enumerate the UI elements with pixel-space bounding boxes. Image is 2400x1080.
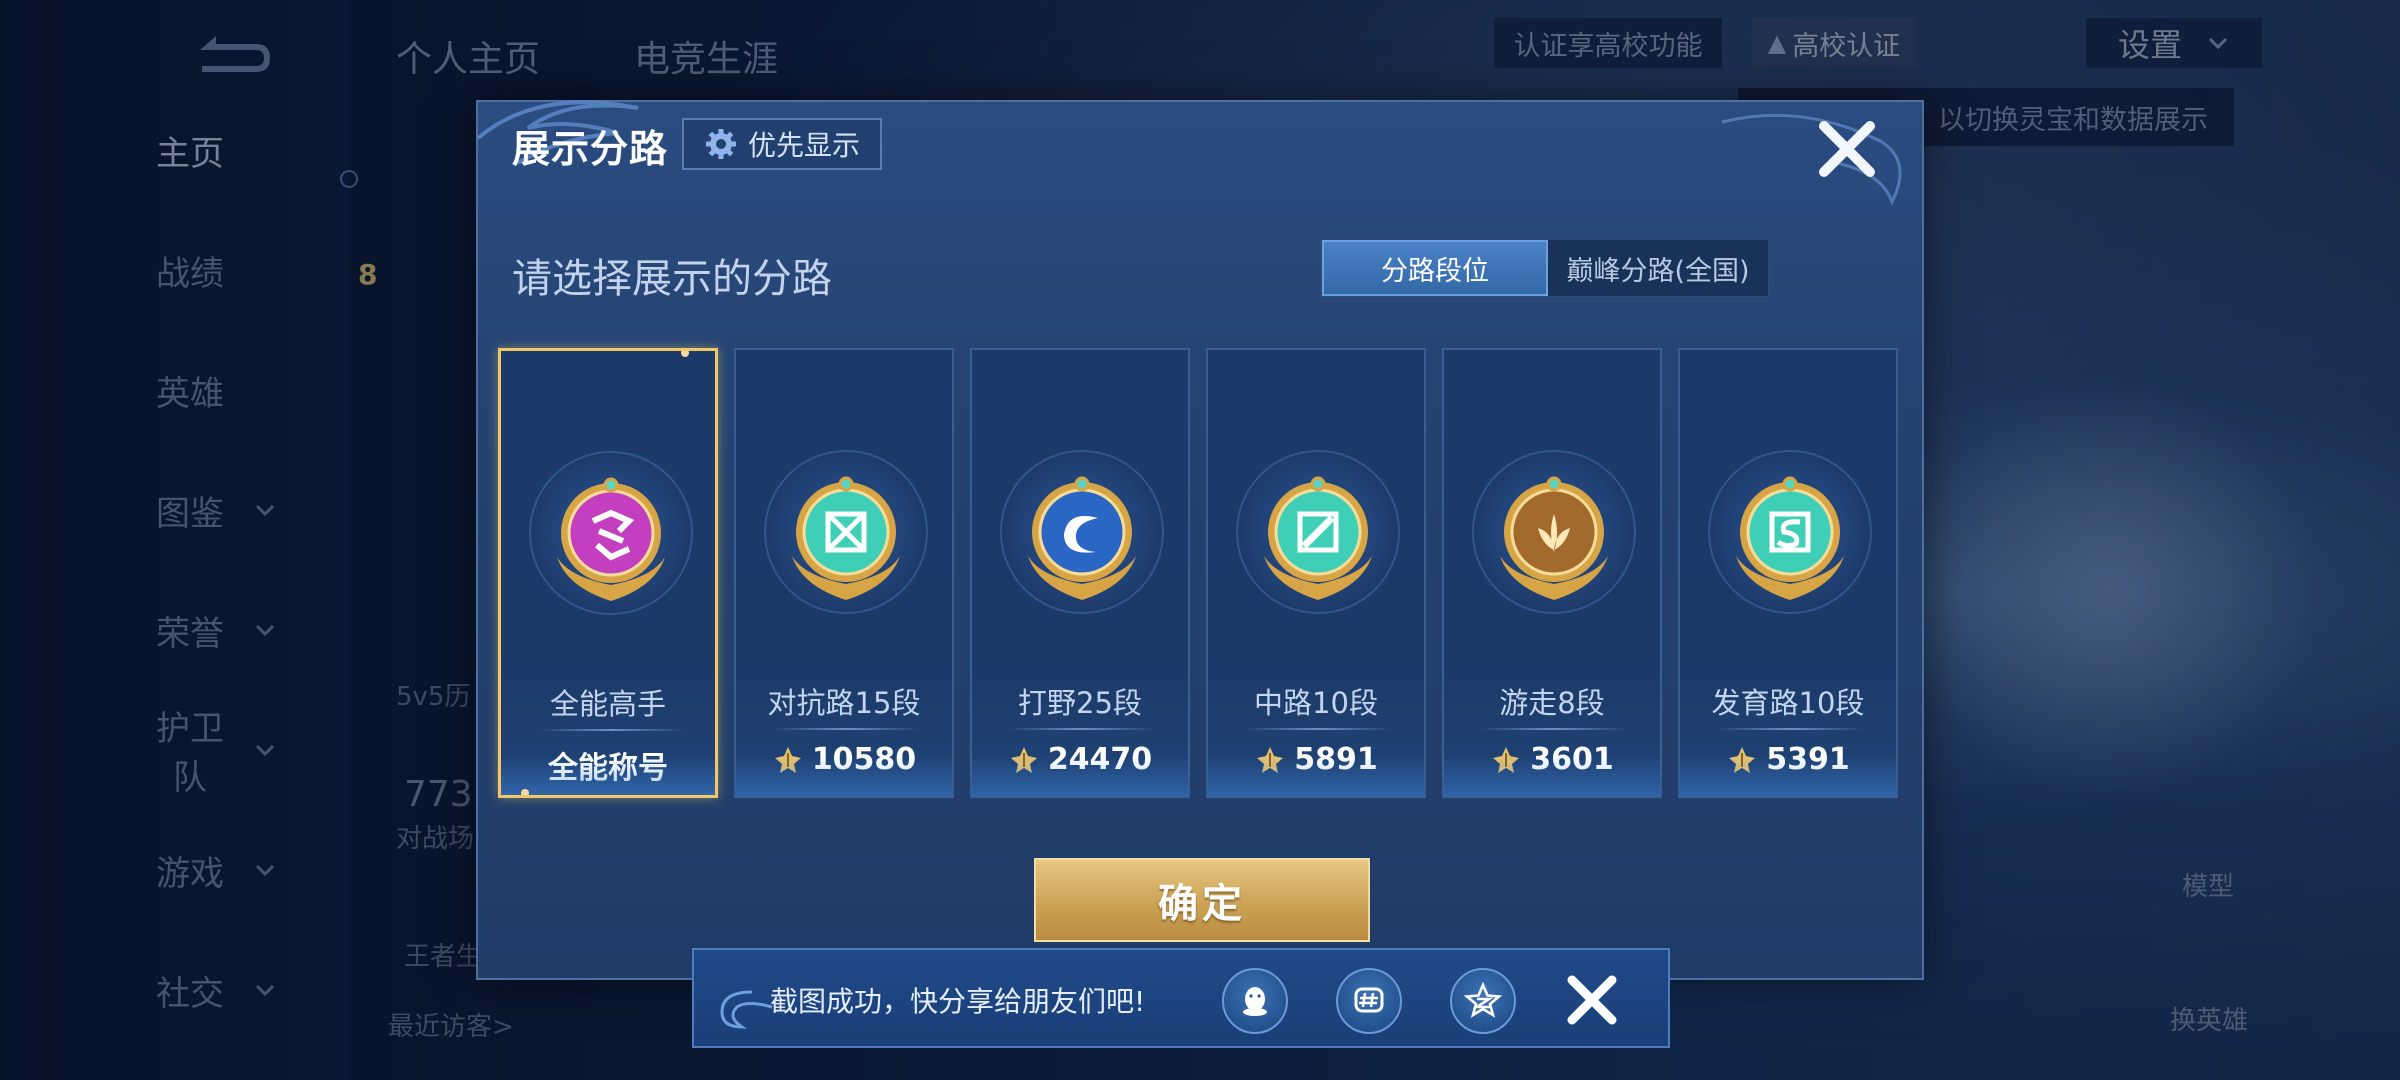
close-icon[interactable] [1814, 116, 1880, 182]
lane-card-name: 对抗路15段 [767, 686, 921, 720]
lane-card-name: 游走8段 [1499, 686, 1605, 720]
lane-display-modal: 展示分路 优先显示 请选择展示的分路 分路段位 巅峰分路(全国) 全能高手全能称… [476, 100, 1924, 980]
tab-lane-rank[interactable]: 分路段位 [1322, 240, 1548, 296]
selected-corner-dot [681, 351, 689, 357]
lane-card-name: 中路10段 [1254, 686, 1378, 720]
card-bottom-glow [736, 756, 952, 796]
mid-lane-badge-icon [1244, 460, 1392, 608]
share-qq-button[interactable] [1222, 968, 1288, 1034]
card-divider [772, 728, 920, 730]
confirm-button[interactable]: 确定 [1034, 858, 1370, 942]
card-bottom-glow [1208, 756, 1424, 796]
hashtag-icon [1354, 987, 1384, 1013]
card-divider [537, 729, 685, 731]
lane-card-2[interactable]: 打野25段24470 [970, 348, 1190, 798]
gear-icon [705, 129, 736, 159]
card-divider [1716, 728, 1864, 730]
card-divider [1008, 728, 1156, 730]
lane-card-name: 发育路10段 [1711, 686, 1865, 720]
priority-button-label: 优先显示 [747, 129, 860, 162]
card-bottom-glow [501, 755, 715, 795]
screenshot-toast: 截图成功，快分享给朋友们吧! [692, 948, 1670, 1048]
lane-card-3[interactable]: 中路10段5891 [1206, 348, 1426, 798]
toast-message: 截图成功，快分享给朋友们吧! [770, 985, 1146, 1018]
farm-lane-badge-icon [1716, 460, 1864, 608]
roam-badge-icon [1480, 460, 1628, 608]
card-divider [1480, 728, 1628, 730]
selected-corner-dot [521, 789, 529, 795]
card-divider [1244, 728, 1392, 730]
lane-card-1[interactable]: 对抗路15段10580 [734, 348, 954, 798]
qzone-icon [1463, 981, 1503, 1018]
modal-title: 展示分路 [512, 127, 669, 171]
lane-card-5[interactable]: 发育路10段5391 [1678, 348, 1898, 798]
jungle-badge-icon [1008, 460, 1156, 608]
lane-card-name: 打野25段 [1018, 686, 1142, 720]
card-bottom-glow [972, 756, 1188, 796]
card-bottom-glow [1444, 756, 1660, 796]
allround-badge-icon [537, 461, 685, 609]
lane-card-4[interactable]: 游走8段3601 [1442, 348, 1662, 798]
priority-display-button[interactable]: 优先显示 [682, 118, 882, 170]
clash-lane-badge-icon [772, 460, 920, 608]
tab-peak-lane[interactable]: 巅峰分路(全国) [1548, 240, 1768, 296]
lane-mode-tabs: 分路段位 巅峰分路(全国) [1320, 238, 1770, 298]
close-icon[interactable] [1564, 972, 1620, 1028]
qq-icon [1243, 987, 1267, 1016]
share-hashtag-button[interactable] [1336, 968, 1402, 1034]
modal-subtitle: 请选择展示的分路 [512, 256, 832, 302]
lane-card-0[interactable]: 全能高手全能称号 [498, 348, 718, 798]
share-qzone-button[interactable] [1450, 968, 1516, 1034]
lane-card-name: 全能高手 [549, 687, 666, 721]
card-bottom-glow [1680, 756, 1896, 796]
